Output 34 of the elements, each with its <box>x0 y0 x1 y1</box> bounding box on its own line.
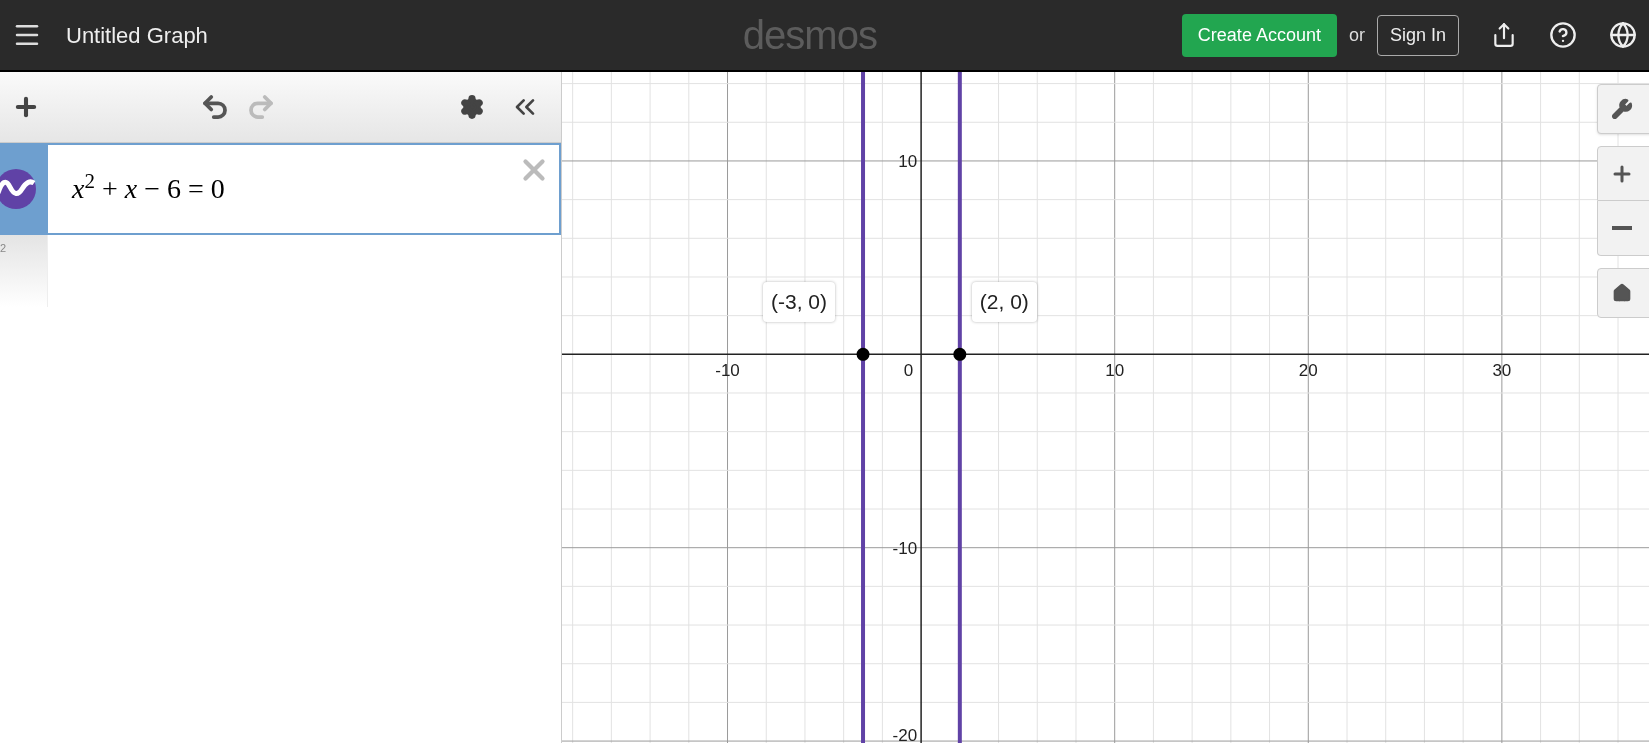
wrench-icon <box>1611 98 1633 120</box>
undo-icon <box>200 92 230 122</box>
globe-icon <box>1609 21 1637 49</box>
axis-label: 20 <box>1298 361 1318 381</box>
point[interactable] <box>856 347 870 361</box>
or-text: or <box>1348 23 1365 47</box>
language-button[interactable] <box>1609 21 1637 49</box>
axis-label: 0 <box>903 361 914 381</box>
minus-icon <box>1612 226 1632 230</box>
settings-wrench-button[interactable] <box>1597 84 1649 134</box>
point[interactable] <box>953 347 967 361</box>
redo-icon <box>246 92 276 122</box>
graph-title: Untitled Graph <box>66 21 208 50</box>
axis-label: -20 <box>892 726 918 743</box>
undo-button[interactable] <box>200 92 230 122</box>
axis-label: 10 <box>1105 361 1125 381</box>
help-button[interactable] <box>1549 21 1577 49</box>
zoom-out-button[interactable] <box>1597 201 1649 256</box>
axis-label: 10 <box>898 151 918 171</box>
row-number: 2 <box>0 242 7 254</box>
expression-row[interactable]: x$^{2}$ + x − 6 = 0 <box>0 143 561 235</box>
axis-label: -10 <box>715 361 740 381</box>
help-icon <box>1549 21 1577 49</box>
home-button[interactable] <box>1597 268 1649 318</box>
point-label: (-3, 0) <box>763 282 836 322</box>
share-icon <box>1491 22 1517 48</box>
axis-label: -10 <box>892 538 918 558</box>
home-icon <box>1612 283 1632 303</box>
axis-label: 30 <box>1492 361 1512 381</box>
sign-in-button[interactable]: Sign In <box>1376 14 1459 56</box>
point-label: (2, 0) <box>971 282 1037 322</box>
zoom-in-button[interactable] <box>1597 146 1649 201</box>
share-button[interactable] <box>1491 22 1517 48</box>
math-expression: x$^{2}$ + x − 6 = 0 <box>72 168 225 206</box>
